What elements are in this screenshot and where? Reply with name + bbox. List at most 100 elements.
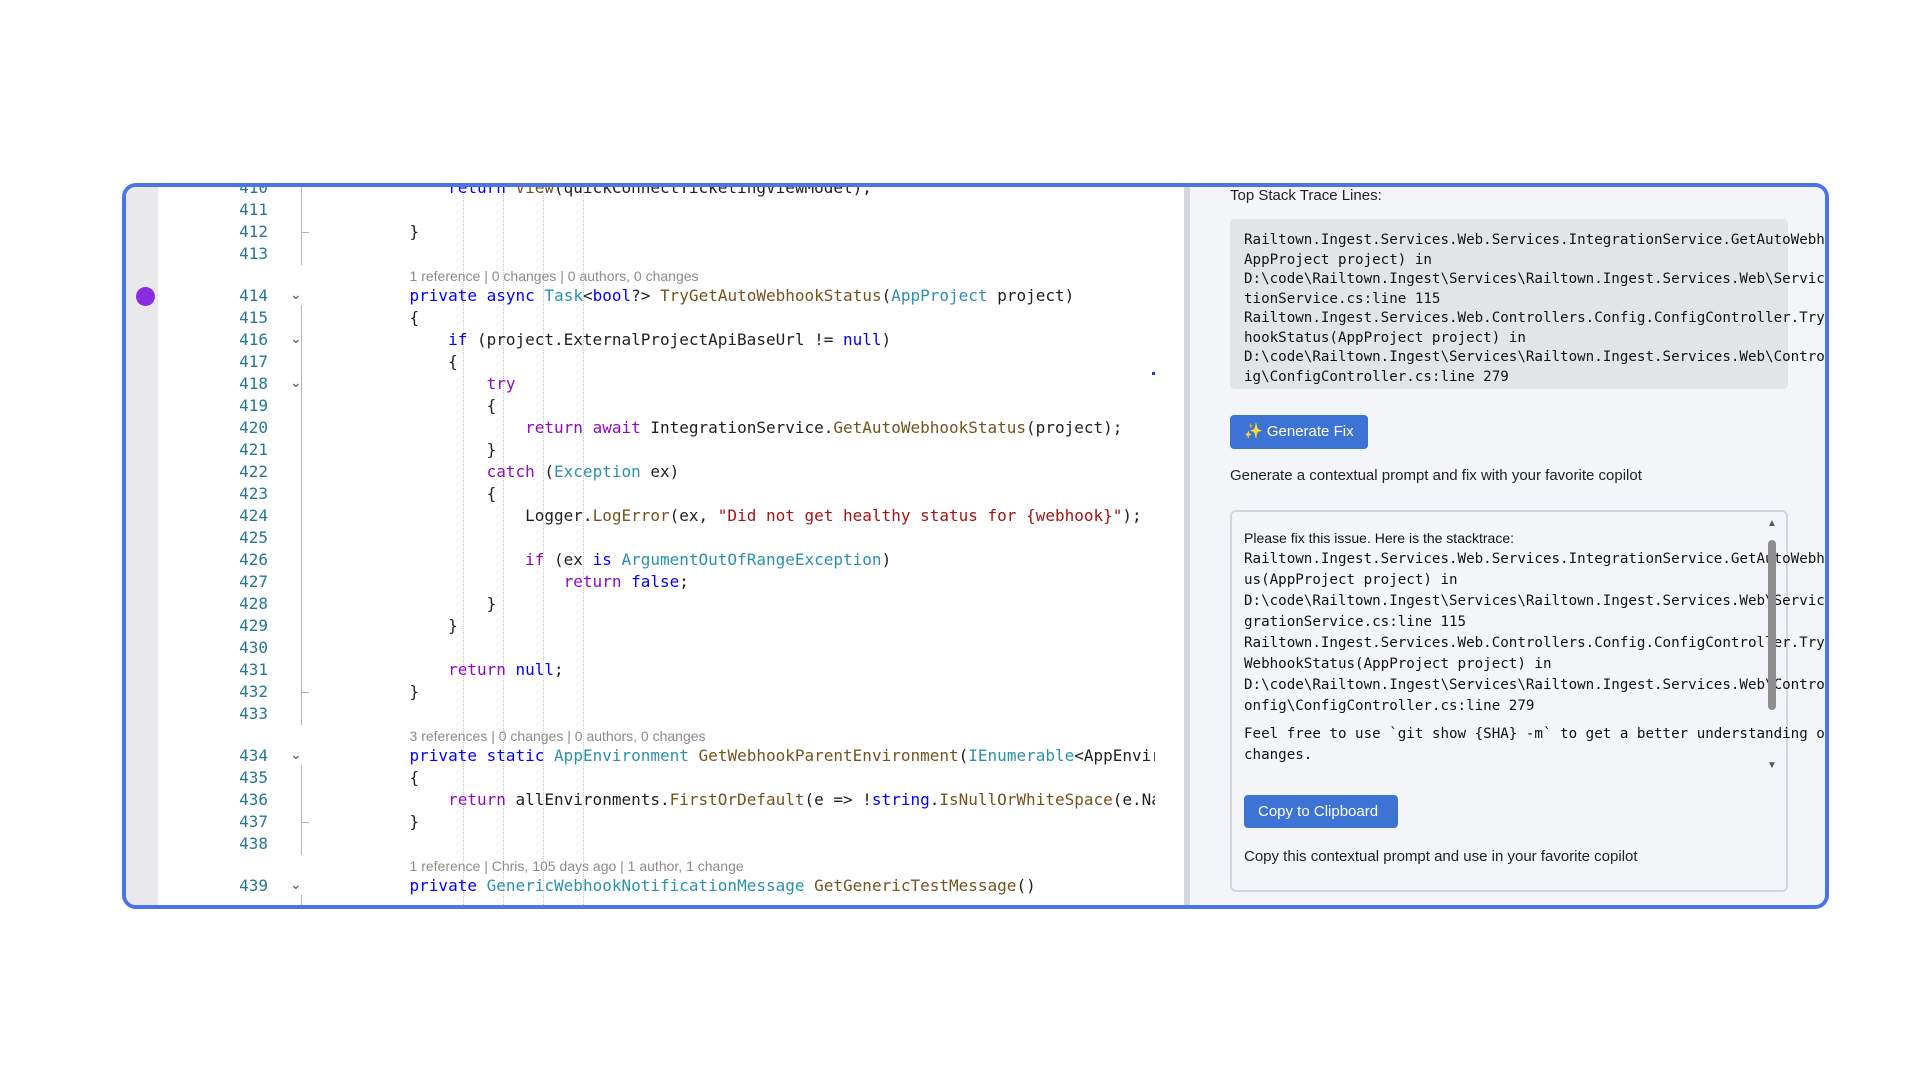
code-line[interactable]: } — [371, 615, 458, 637]
code-token: IntegrationService. — [640, 418, 834, 437]
code-token: FirstOrDefault — [669, 790, 805, 809]
code-token: ( — [534, 462, 555, 481]
code-line[interactable]: try — [371, 373, 516, 395]
code-token: GetAutoWebhookStatus — [833, 418, 1027, 437]
code-token: { — [371, 352, 458, 371]
code-token: string — [871, 790, 930, 809]
prompt-line: us(AppProject project) in — [1244, 572, 1458, 588]
stack-trace-line: Railtown.Ingest.Services.Web.Controllers… — [1244, 310, 1825, 326]
code-line[interactable]: } — [371, 811, 420, 833]
code-token: ( — [881, 286, 892, 305]
code-token: return — [563, 572, 622, 591]
code-token: null — [515, 660, 555, 679]
code-line[interactable]: if (project.ExternalProjectApiBaseUrl !=… — [371, 329, 891, 351]
code-line[interactable]: if (ex is ArgumentOutOfRangeException) — [371, 549, 891, 571]
code-line[interactable]: { — [371, 395, 497, 417]
prompt-line: grationService.cs:line 115 — [1244, 614, 1467, 630]
code-token: if — [448, 330, 468, 349]
prompt-intro: Please fix this issue. Here is the stack… — [1244, 530, 1514, 546]
code-line[interactable]: Logger.LogError(ex, "Did not get healthy… — [371, 505, 1142, 527]
prompt-line: WebhookStatus(AppProject project) in — [1244, 656, 1552, 672]
code-token: "Did not get healthy status for {webhook… — [717, 506, 1123, 525]
code-token: (ex, — [669, 506, 718, 525]
caret-position-marker — [1152, 372, 1155, 375]
scroll-up-icon[interactable]: ▲ — [1766, 518, 1778, 529]
code-token: () — [1016, 876, 1036, 895]
code-line[interactable]: return null; — [371, 659, 564, 681]
copy-description: Copy this contextual prompt and use in y… — [1244, 848, 1638, 865]
code-token: < — [582, 286, 593, 305]
prompt-footer-line: Feel free to use `git show {SHA} -m` to … — [1244, 726, 1829, 742]
code-token: catch — [486, 462, 535, 481]
code-area[interactable]: return View(quickConnectTicketingViewMod… — [126, 187, 1155, 905]
scroll-down-icon[interactable]: ▼ — [1766, 760, 1778, 771]
code-token: <AppEnvironment> allEnvironments) — [1074, 746, 1155, 765]
code-line[interactable]: { — [371, 307, 420, 329]
code-token: } — [371, 682, 420, 701]
code-token: IsNullOrWhiteSpace — [939, 790, 1113, 809]
code-line[interactable]: } — [371, 681, 420, 703]
prompt-text[interactable]: Please fix this issue. Here is the stack… — [1244, 528, 1829, 766]
stack-trace-line: ig\ConfigController.cs:line 279 — [1244, 368, 1509, 385]
prompt-scrollbar-thumb[interactable] — [1768, 540, 1776, 710]
sparkles-icon: ✨ — [1244, 423, 1263, 440]
code-token: View — [515, 187, 555, 197]
code-token: GetWebhookParentEnvironment — [698, 746, 959, 765]
prompt-scrollbar[interactable]: ▲ ▼ — [1766, 516, 1778, 774]
code-token: TryGetAutoWebhookStatus — [660, 286, 882, 305]
code-token: return — [448, 660, 506, 679]
code-line[interactable]: private GenericWebhookNotificationMessag… — [371, 875, 1036, 897]
code-line[interactable]: private async Task<bool?> TryGetAutoWebh… — [371, 285, 1075, 307]
code-line[interactable]: return false; — [371, 571, 689, 593]
code-token: if — [525, 550, 545, 569]
code-token: return — [525, 418, 583, 437]
code-token: (project); — [1026, 418, 1123, 437]
code-token: allEnvironments. — [505, 790, 670, 809]
code-line[interactable]: { — [371, 767, 420, 789]
code-token: } — [371, 616, 458, 635]
generate-fix-button[interactable]: ✨ Generate Fix — [1230, 415, 1368, 449]
code-line[interactable]: catch (Exception ex) — [371, 461, 680, 483]
code-token: IEnumerable — [968, 746, 1075, 765]
code-line[interactable]: } — [371, 439, 497, 461]
code-token: return — [448, 187, 506, 197]
app-window: 410 411 412 413 414 ⌄ 415 416 ⌄ 417 418 ⌄ 419 420 421 4… — [122, 183, 1829, 909]
code-token: GetGenericTestMessage — [814, 876, 1017, 895]
prompt-line: onfig\ConfigController.cs:line 279 — [1244, 698, 1535, 714]
code-token: return — [448, 790, 506, 809]
code-line[interactable]: } — [371, 593, 497, 615]
code-line[interactable]: return await IntegrationService.GetAutoW… — [371, 417, 1122, 439]
code-line[interactable]: return allEnvironments.FirstOrDefault(e … — [371, 789, 1155, 811]
code-token: { — [371, 396, 497, 415]
code-line[interactable]: } — [371, 221, 420, 243]
code-line[interactable]: private static AppEnvironment GetWebhook… — [371, 745, 1155, 767]
code-token: { — [371, 484, 497, 503]
stack-trace-panel: Top Stack Trace Lines: Railtown.Ingest.S… — [1190, 187, 1825, 905]
code-line[interactable]: { — [371, 351, 458, 373]
code-token: ); — [1122, 506, 1142, 525]
code-editor[interactable]: 410 411 412 413 414 ⌄ 415 416 ⌄ 417 418 ⌄ 419 420 421 4… — [126, 187, 1155, 905]
breakpoint-icon[interactable] — [136, 287, 155, 306]
code-token: } — [371, 440, 497, 459]
code-token: Exception — [554, 462, 641, 481]
code-token: try — [486, 374, 516, 393]
copy-to-clipboard-button[interactable]: Copy to Clipboard — [1244, 795, 1398, 828]
code-token: bool — [592, 286, 632, 305]
code-token: } — [371, 222, 420, 241]
code-token: AppProject — [891, 286, 988, 305]
prompt-stack-trace: Railtown.Ingest.Services.Web.Services.In… — [1244, 549, 1825, 717]
code-line[interactable]: { — [371, 483, 497, 505]
code-line[interactable]: return View(quickConnectTicketingViewMod… — [371, 187, 872, 199]
code-token: Task — [544, 286, 583, 305]
code-token: private — [409, 876, 477, 895]
